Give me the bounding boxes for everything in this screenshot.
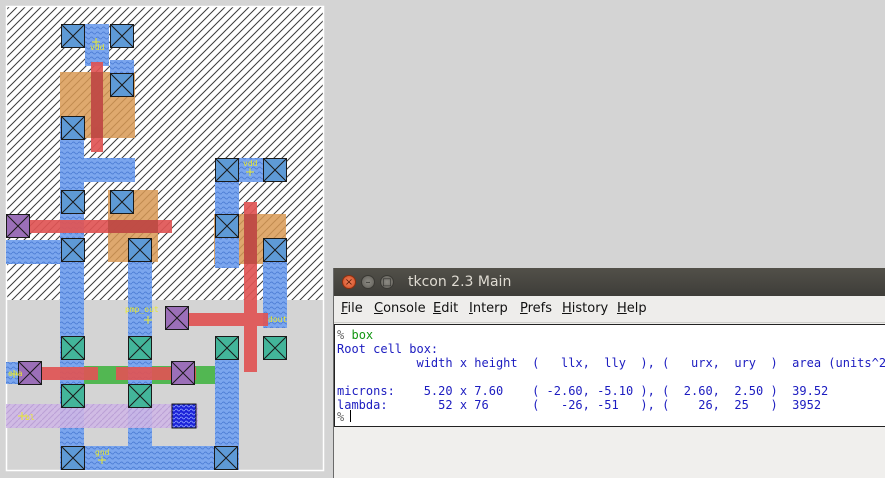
menu-file[interactable]: File — [341, 301, 363, 316]
menu-file-label: ile — [347, 301, 363, 316]
label-bl: bl — [25, 413, 35, 422]
menu-history[interactable]: History — [562, 301, 608, 316]
text-cursor — [350, 410, 351, 422]
menu-prefs-label: refs — [527, 301, 553, 316]
console-line: microns: 5.20 x 7.60 ( -2.60, -5.10 ), (… — [337, 384, 829, 398]
window-close-button[interactable]: × — [342, 275, 356, 289]
console-output[interactable]: % box Root cell box: width x height ( ll… — [334, 324, 885, 427]
menu-prefs-mnemonic: P — [520, 301, 528, 316]
console-line: Root cell box: — [337, 342, 439, 356]
menu-edit[interactable]: Edit — [433, 301, 458, 316]
menu-help[interactable]: Help — [617, 301, 647, 316]
menu-prefs[interactable]: Prefs — [520, 301, 552, 316]
menu-edit-mnemonic: E — [433, 301, 442, 316]
bitline-wire — [6, 404, 198, 428]
label-dout: dout — [268, 315, 287, 324]
label-pmp-out: pmp_out — [125, 305, 159, 314]
label-gnd: gnd — [95, 448, 110, 457]
menubar: File Console Edit Interp Prefs History H… — [334, 296, 885, 323]
metal2-block — [171, 403, 197, 429]
window-titlebar[interactable]: × – □ tkcon 2.3 Main — [334, 268, 885, 296]
console-command: box — [351, 328, 374, 342]
menu-console-label: onsole — [383, 301, 426, 316]
menu-history-mnemonic: H — [562, 301, 572, 316]
console-prompt: % — [337, 328, 345, 342]
console-command-line: % box — [337, 328, 373, 342]
console-line: lambda: 52 x 76 ( -26, -51 ), ( 26, 25 )… — [337, 398, 822, 412]
console-input-prompt: % — [337, 410, 345, 424]
window-maximize-button[interactable]: □ — [380, 275, 394, 289]
menu-history-label: istory — [571, 301, 609, 316]
console-line: width x height ( llx, lly ), ( urx, ury … — [337, 356, 885, 370]
label-vdd-2: vdd — [243, 159, 258, 168]
menu-edit-label: dit — [441, 301, 459, 316]
tkcon-window[interactable]: × – □ tkcon 2.3 Main File Console Edit I… — [333, 268, 885, 478]
menu-interp-label: nterp — [472, 301, 508, 316]
menu-interp[interactable]: Interp — [469, 301, 508, 316]
menu-console-mnemonic: C — [374, 301, 384, 316]
menu-help-label: elp — [626, 301, 647, 316]
window-minimize-button[interactable]: – — [361, 275, 375, 289]
menu-help-mnemonic: H — [617, 301, 627, 316]
window-footer — [334, 428, 885, 478]
label-vdd: vdd — [90, 43, 105, 52]
window-title: tkcon 2.3 Main — [408, 274, 512, 290]
menu-console[interactable]: Console — [374, 301, 426, 316]
